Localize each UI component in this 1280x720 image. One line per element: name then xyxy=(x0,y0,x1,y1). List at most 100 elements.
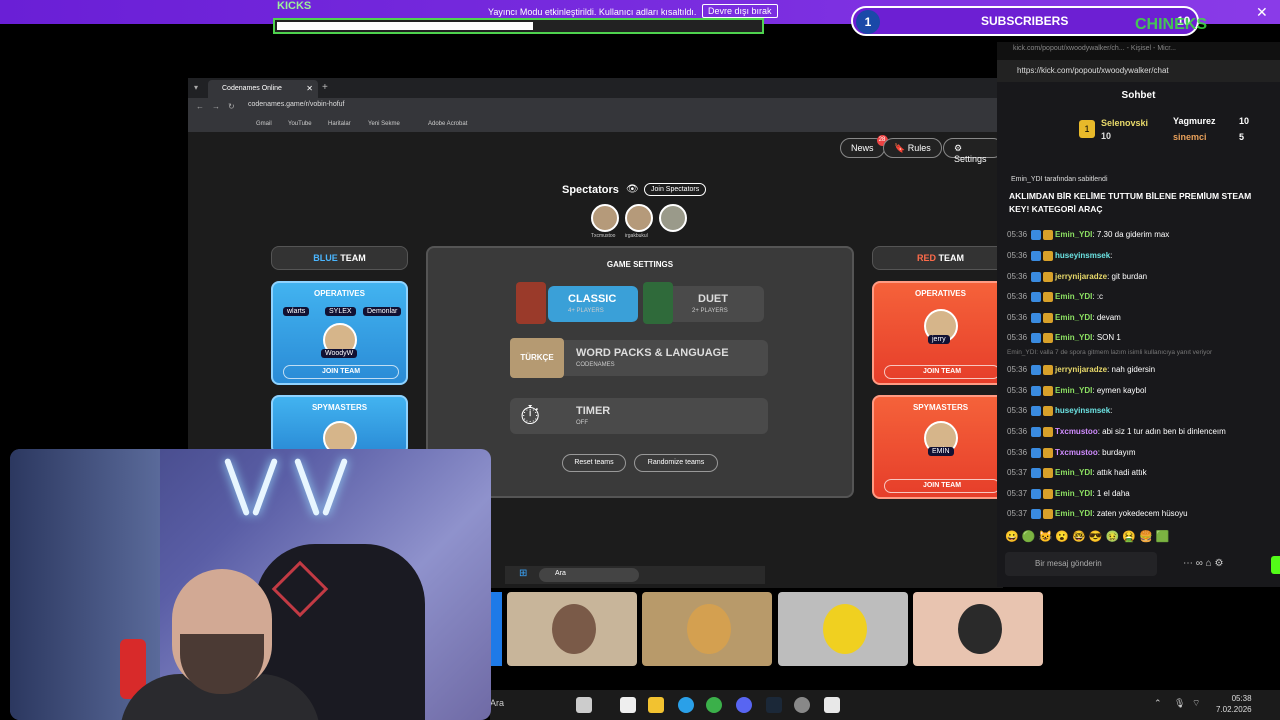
tab-close-icon[interactable]: ✕ xyxy=(306,84,313,93)
chat-url-field[interactable]: https://kick.com/popout/xwoodywalker/cha… xyxy=(997,60,1280,82)
chat-tools[interactable]: ⋯ ∞ ⌂ ⚙ xyxy=(1183,558,1223,569)
message-text: devam xyxy=(1096,313,1121,323)
taskbar-clock[interactable]: 05:38 7.02.2026 xyxy=(1216,693,1252,715)
bookmark-adobe[interactable]: Adobe Acrobat xyxy=(428,121,467,127)
settings-button[interactable]: ⚙ Settings xyxy=(943,138,1003,164)
red-team-title-rest: TEAM xyxy=(936,253,965,263)
badge-icon xyxy=(1031,448,1042,458)
blue-join-team-button[interactable]: JOIN TEAM xyxy=(283,365,399,379)
timer-option[interactable]: ⏱ TIMER OFF xyxy=(510,398,768,434)
message-username[interactable]: Emin_YDI xyxy=(1055,333,1092,342)
participant-tile[interactable] xyxy=(642,592,772,666)
leader-name[interactable]: Selenovski xyxy=(1101,118,1148,128)
edge-icon[interactable] xyxy=(678,697,694,713)
message-username[interactable]: Emin_YDI xyxy=(1055,489,1092,498)
participant-tile[interactable] xyxy=(507,592,637,666)
message-text: eymen kaybol xyxy=(1096,386,1147,396)
settings-app-icon[interactable] xyxy=(794,697,810,713)
close-icon[interactable]: ✕ xyxy=(1256,4,1268,21)
badge-icon xyxy=(1031,272,1042,282)
randomize-teams-button[interactable]: Randomize teams xyxy=(634,454,718,472)
tab-menu-icon[interactable]: ▾ xyxy=(194,83,198,92)
classic-card-image xyxy=(516,282,546,324)
file-explorer-icon[interactable] xyxy=(648,697,664,713)
subscriber-title: SUBSCRIBERS xyxy=(981,14,1069,28)
url-field[interactable]: codenames.game/r/vobin-hofuf xyxy=(248,101,345,108)
back-icon[interactable]: ← xyxy=(196,102,204,111)
bookmark-maps[interactable]: Haritalar xyxy=(328,121,351,127)
chat-message: 05:36 Emin_YDI: :c xyxy=(1007,292,1103,302)
calculator-icon[interactable] xyxy=(824,697,840,713)
chat-input[interactable]: Bir mesaj gönderin xyxy=(1005,552,1157,576)
red-join-spymaster-button[interactable]: JOIN TEAM xyxy=(884,479,1000,493)
chat-message: 05:36 Emin_YDI: devam xyxy=(1007,313,1121,323)
task-view-icon[interactable] xyxy=(620,697,636,713)
badge-icon xyxy=(1031,333,1042,343)
spectator-name: Txcmustoo xyxy=(591,233,616,239)
leader-name[interactable]: Yagmurez xyxy=(1173,116,1216,126)
tray-up-icon[interactable]: ⌃ xyxy=(1154,698,1162,709)
message-username[interactable]: huseyinsmsek xyxy=(1055,251,1110,260)
reset-teams-button[interactable]: Reset teams xyxy=(562,454,626,472)
message-username[interactable]: Emin_YDI xyxy=(1055,468,1092,477)
discord-icon[interactable] xyxy=(736,697,752,713)
participant-avatar xyxy=(958,604,1002,654)
badge-icon xyxy=(1031,509,1042,519)
rules-button[interactable]: 🔖 Rules xyxy=(883,138,942,158)
message-time: 05:36 xyxy=(1007,406,1028,416)
bookmarks-bar: Gmail YouTube Haritalar Yeni Sekme Adobe… xyxy=(188,118,1003,132)
leader-count: 5 xyxy=(1239,132,1245,142)
bookmark-gmail[interactable]: Gmail xyxy=(256,121,272,127)
stopwatch-icon: ⏱ xyxy=(520,400,541,430)
duet-mode-option[interactable]: DUET 2+ PLAYERS xyxy=(668,286,764,322)
message-username[interactable]: Emin_YDI xyxy=(1055,313,1092,322)
windows-icon[interactable]: ⊞ xyxy=(519,568,527,579)
message-username[interactable]: huseyinsmsek xyxy=(1055,406,1110,415)
blue-operative-center-name: WoodyW xyxy=(321,349,358,358)
reload-icon[interactable]: ↻ xyxy=(228,102,235,111)
bookmark-youtube[interactable]: YouTube xyxy=(288,121,312,127)
participant-tile[interactable] xyxy=(913,592,1043,666)
bookmark-new-tab[interactable]: Yeni Sekme xyxy=(368,121,400,127)
leader-name[interactable]: sinemci xyxy=(1173,132,1207,142)
chat-message: 05:36 jerrynijaradze: nah gidersin xyxy=(1007,365,1155,375)
tab-codenames[interactable]: Codenames Online ✕ xyxy=(208,80,318,98)
badge-icon xyxy=(1043,386,1054,396)
word-packs-option[interactable]: WORD PACKS & LANGUAGE CODENAMES TÜRKÇE xyxy=(510,338,768,378)
message-username[interactable]: Emin_YDI xyxy=(1055,386,1092,395)
message-username[interactable]: jerrynijaradze xyxy=(1055,365,1107,374)
landscape-widget-icon[interactable] xyxy=(576,697,592,713)
shared-search-box[interactable]: Ara xyxy=(539,568,639,582)
chat-message: 05:36 jerrynijaradze: git burdan xyxy=(1007,272,1147,282)
steam-icon[interactable] xyxy=(766,697,782,713)
classic-mode-option[interactable]: CLASSIC 4+ PLAYERS xyxy=(548,286,638,322)
message-username[interactable]: Txcmustoo xyxy=(1055,448,1098,457)
message-username[interactable]: Emin_YDI xyxy=(1055,292,1092,301)
leader-badge-icon: 1 xyxy=(1079,120,1095,138)
disable-streamer-mode-button[interactable]: Devre dışı bırak xyxy=(702,4,778,18)
message-time: 05:36 xyxy=(1007,272,1028,282)
taskbar-search[interactable]: Ara xyxy=(490,698,504,708)
message-username[interactable]: Emin_YDI xyxy=(1055,230,1092,239)
message-username[interactable]: Emin_YDI xyxy=(1055,509,1092,518)
message-username[interactable]: Txcmustoo xyxy=(1055,427,1098,436)
blue-team-title-rest: TEAM xyxy=(337,253,366,263)
message-username[interactable]: jerrynijaradze xyxy=(1055,272,1107,281)
timer-label: TIMER xyxy=(576,405,611,417)
send-button[interactable] xyxy=(1271,556,1280,574)
app-icon[interactable] xyxy=(706,697,722,713)
message-time: 05:36 xyxy=(1007,251,1028,261)
badge-icon xyxy=(1031,427,1042,437)
badge-icon xyxy=(1043,313,1054,323)
mic-icon[interactable]: 🎙 xyxy=(1174,698,1185,709)
badge-icon xyxy=(1043,230,1054,240)
wifi-icon[interactable]: ⌔ xyxy=(1192,698,1200,709)
join-spectators-button[interactable]: Join Spectators xyxy=(644,183,707,196)
new-tab-icon[interactable]: + xyxy=(322,82,328,93)
participant-tile[interactable] xyxy=(778,592,908,666)
message-text: burdayım xyxy=(1102,448,1136,458)
emote-bar[interactable]: 😀 🟢 😺 😮 🤓 😎 🤢 🤮 🍔 🟩 xyxy=(1005,530,1169,543)
forward-icon[interactable]: → xyxy=(212,102,220,111)
red-join-team-button[interactable]: JOIN TEAM xyxy=(884,365,1000,379)
news-button[interactable]: News 28 xyxy=(840,135,888,158)
